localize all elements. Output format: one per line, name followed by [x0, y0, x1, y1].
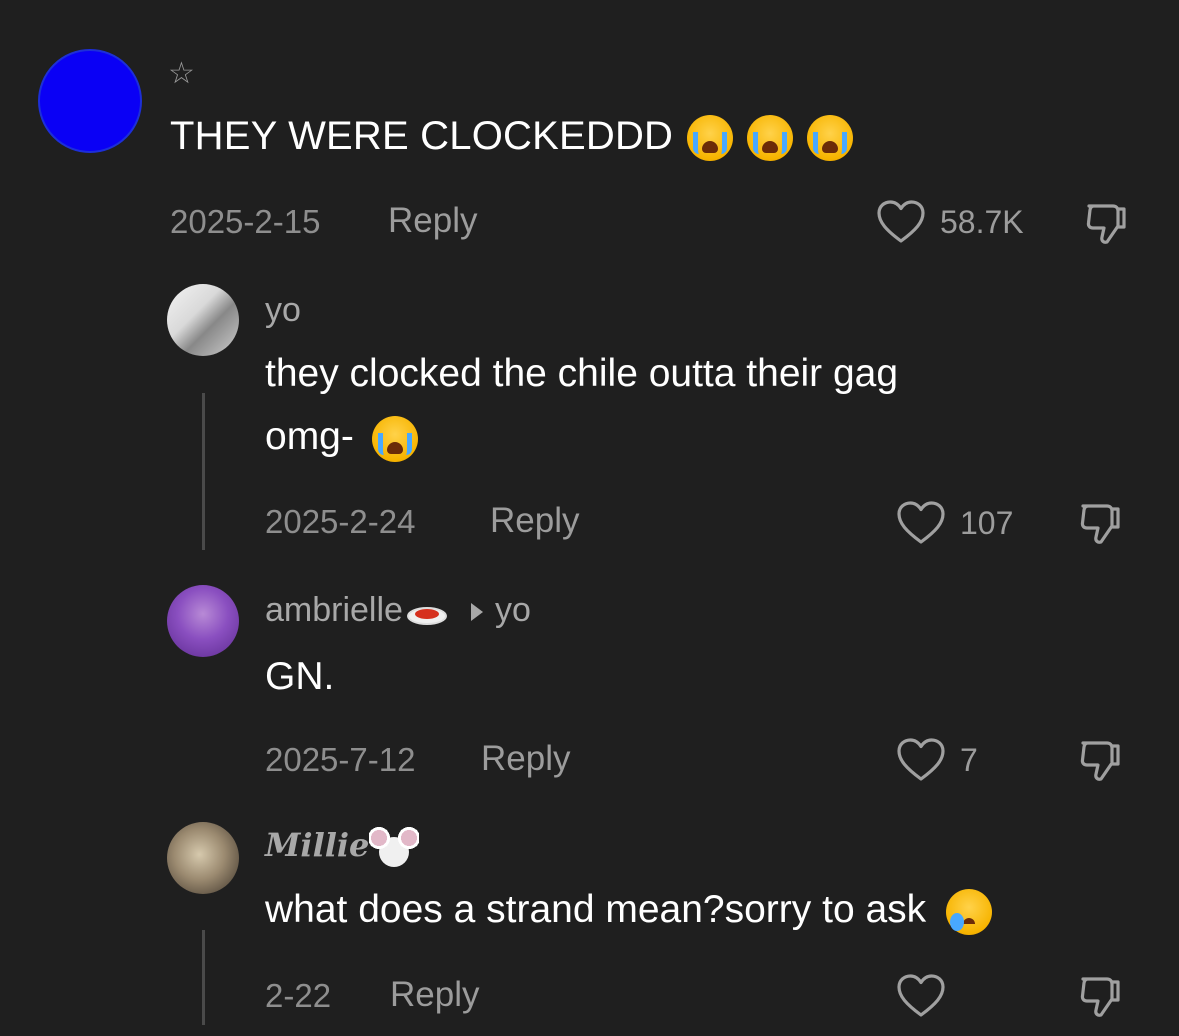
reply-button[interactable]: Reply	[388, 201, 477, 241]
loudly-crying-face-icon	[687, 115, 734, 162]
thread-line	[202, 930, 205, 1025]
loudly-crying-face-icon	[807, 115, 854, 162]
username[interactable]: ambrielle	[265, 591, 403, 629]
heart-icon[interactable]	[876, 199, 926, 245]
like-count: 107	[960, 505, 1014, 541]
mouse-face-icon	[369, 826, 420, 869]
username[interactable]: Millie	[265, 826, 369, 864]
reply-to-username[interactable]: yo	[495, 591, 531, 629]
spaghetti-icon	[405, 597, 449, 627]
like-count: 7	[960, 742, 978, 778]
comment-text-continued: omg-	[265, 415, 418, 462]
like-count: 58.7K	[940, 204, 1024, 240]
heart-icon[interactable]	[896, 737, 946, 783]
reply-button[interactable]: Reply	[481, 739, 570, 779]
comment-text: they clocked the chile outta their gag	[265, 352, 899, 395]
avatar[interactable]	[167, 822, 239, 894]
heart-icon[interactable]	[896, 500, 946, 546]
username[interactable]: yo	[265, 291, 301, 330]
avatar[interactable]	[38, 49, 142, 153]
loudly-crying-face-icon	[371, 415, 418, 462]
heart-icon[interactable]	[896, 973, 946, 1019]
username-row: Millie	[265, 826, 420, 869]
username-row: ambrielle yo	[265, 591, 531, 630]
comment-date: 2-22	[265, 977, 332, 1014]
loudly-crying-face-icon	[747, 115, 794, 162]
reply-arrow-icon	[470, 603, 483, 622]
crying-face-icon	[946, 888, 993, 935]
comment-text: GN.	[265, 655, 335, 698]
dislike-icon[interactable]	[1077, 737, 1125, 785]
star-icon: ☆	[168, 57, 195, 90]
dislike-icon[interactable]	[1077, 500, 1125, 548]
comments-page: ☆ THEY WERE CLOCKEDDD 2025-2-15 Reply 58…	[0, 0, 1179, 1036]
comment-text: THEY WERE CLOCKEDDD	[170, 114, 854, 162]
thread-line	[202, 393, 205, 550]
comment-date: 2025-2-15	[170, 203, 321, 240]
dislike-icon[interactable]	[1083, 200, 1131, 248]
avatar[interactable]	[167, 284, 239, 356]
reply-button[interactable]: Reply	[390, 975, 479, 1015]
reply-button[interactable]: Reply	[490, 501, 579, 541]
comment-date: 2025-2-24	[265, 503, 416, 540]
comment-date: 2025-7-12	[265, 741, 416, 778]
avatar[interactable]	[167, 585, 239, 657]
dislike-icon[interactable]	[1077, 973, 1125, 1021]
comment-text: what does a strand mean?sorry to ask	[265, 888, 993, 935]
